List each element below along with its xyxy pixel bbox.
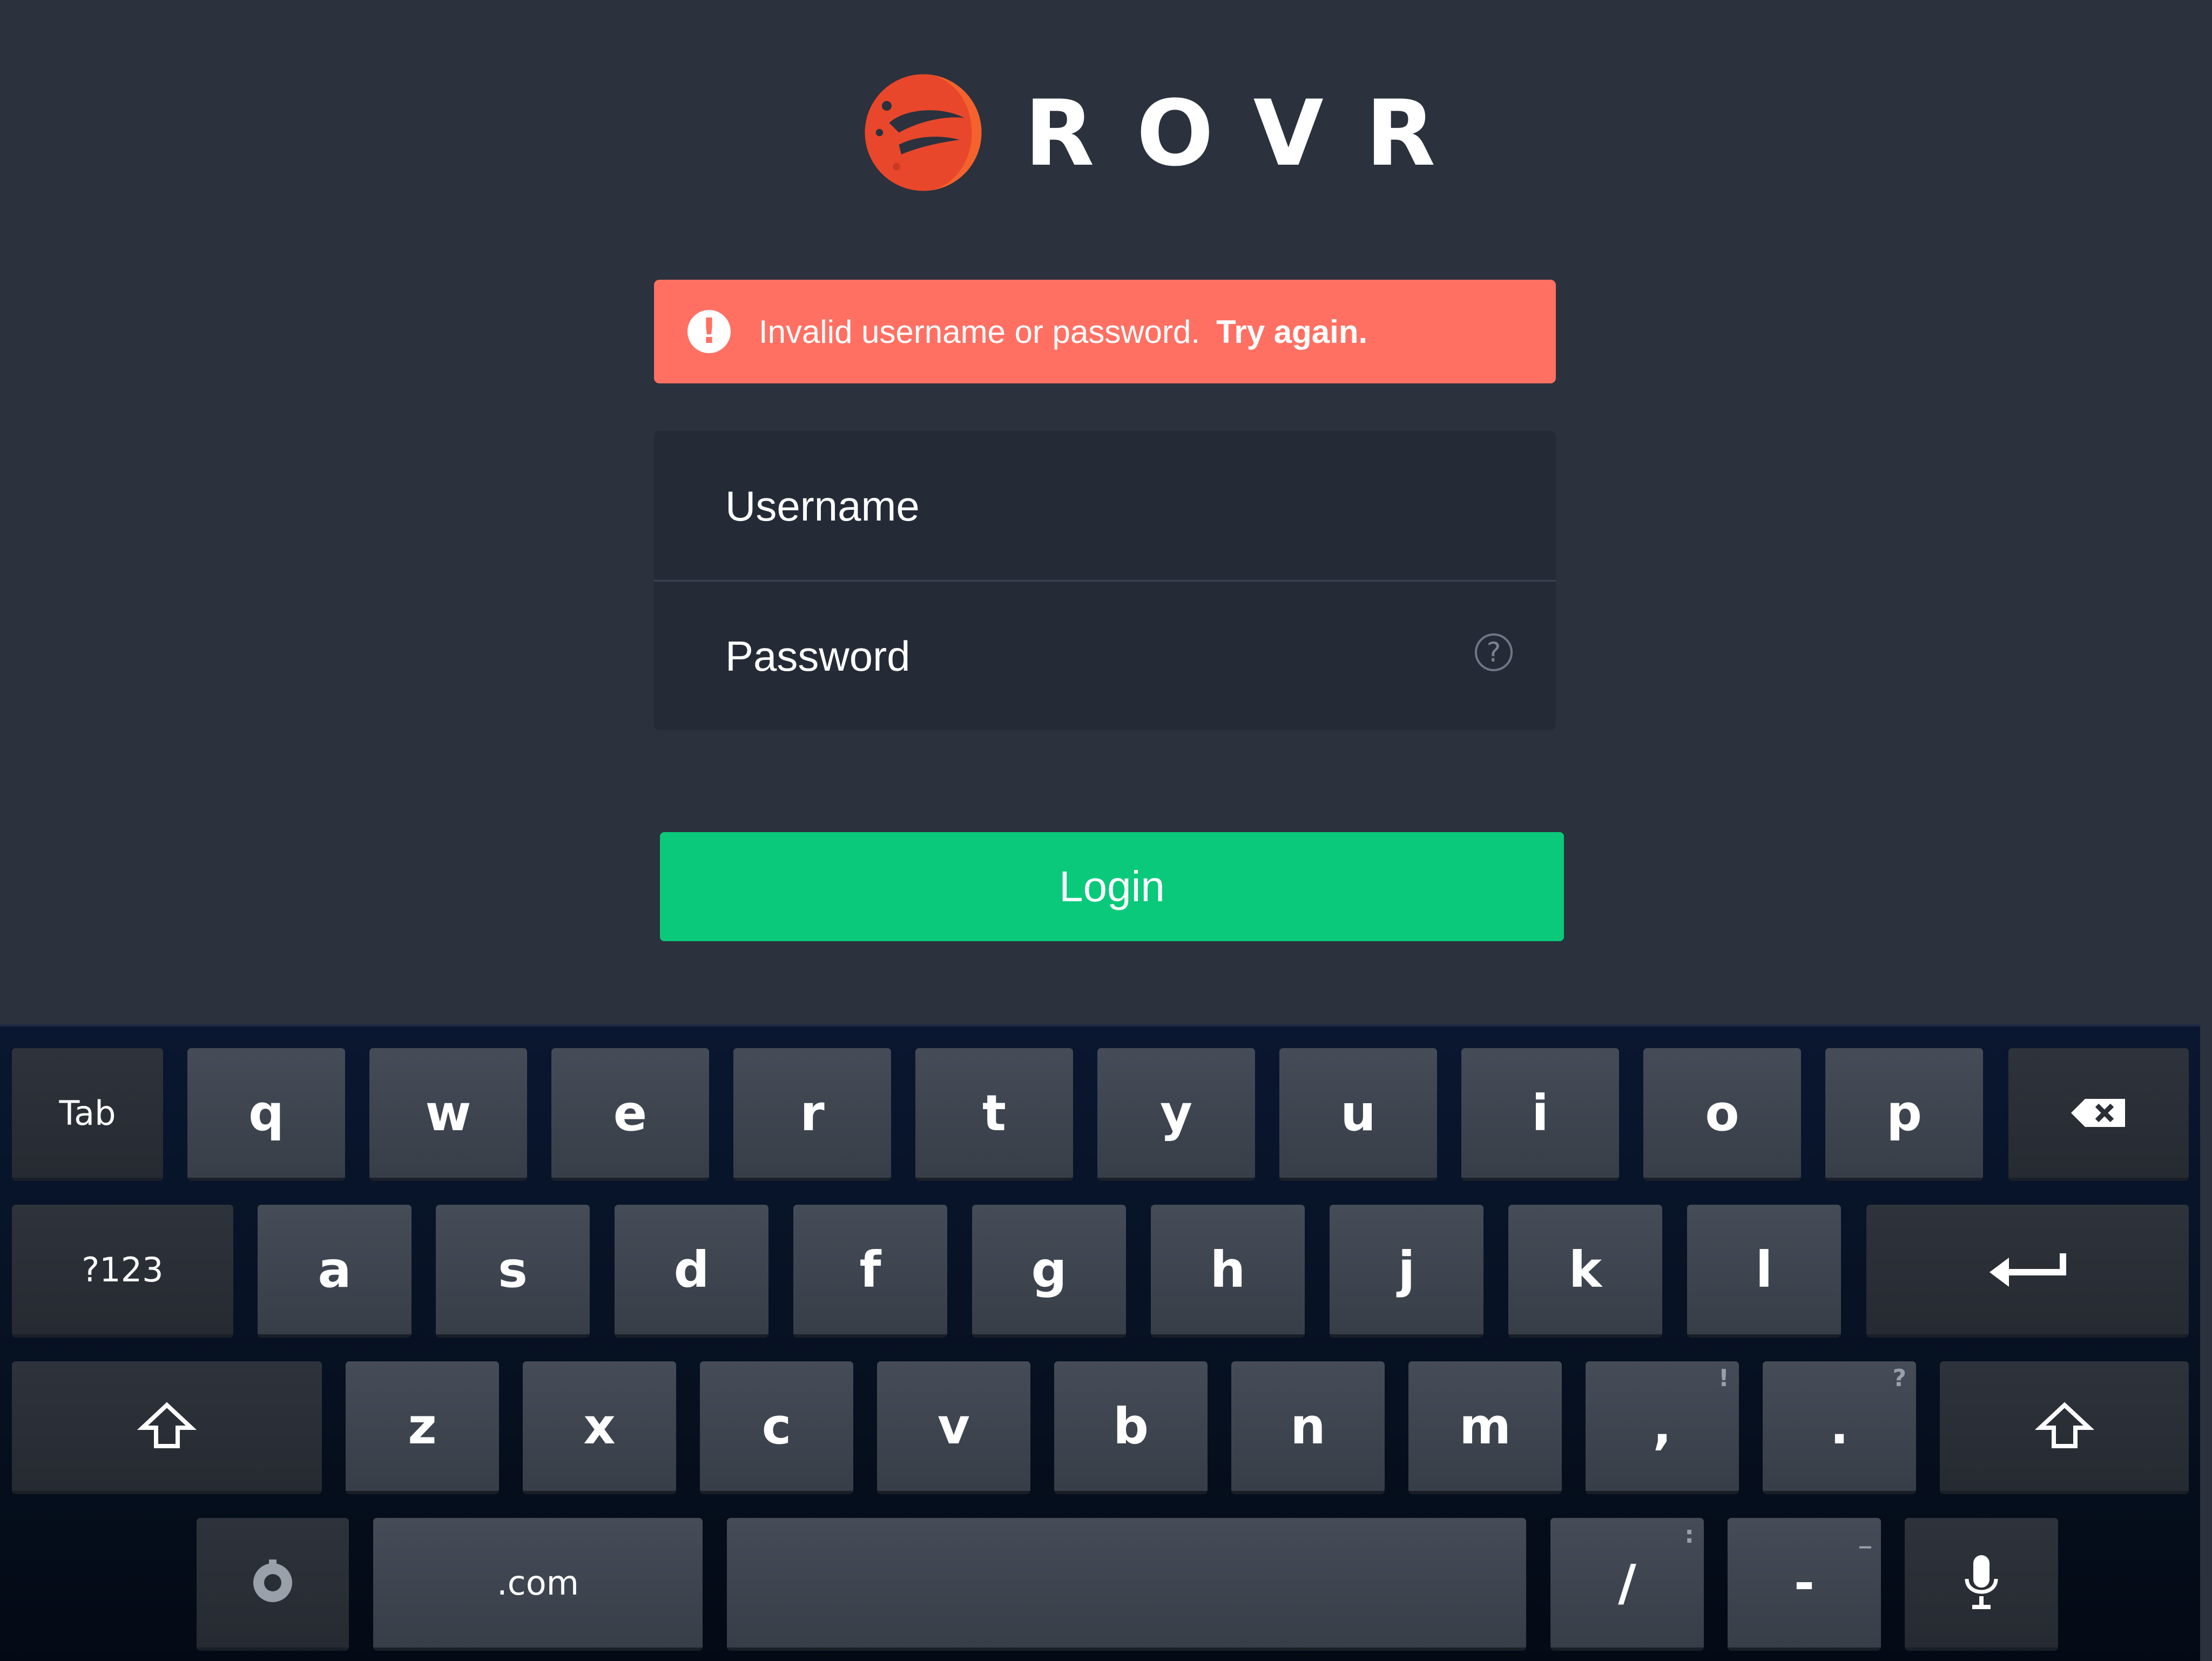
key-y[interactable]: y: [1097, 1048, 1255, 1181]
key-space[interactable]: [727, 1518, 1526, 1651]
key-tab[interactable]: Tab: [12, 1048, 163, 1181]
key-dotcom[interactable]: .com: [373, 1518, 703, 1651]
key-period-hint: ?: [1892, 1365, 1906, 1392]
key-v[interactable]: v: [877, 1361, 1030, 1494]
key-dash[interactable]: - _: [1728, 1518, 1881, 1651]
help-icon[interactable]: ?: [1475, 633, 1513, 671]
key-j[interactable]: j: [1330, 1205, 1483, 1338]
key-o[interactable]: o: [1643, 1048, 1801, 1181]
key-settings[interactable]: [197, 1518, 349, 1651]
password-field-container: ?: [654, 581, 1556, 730]
key-period[interactable]: . ?: [1763, 1361, 1916, 1494]
shift-icon: [2034, 1402, 2094, 1448]
key-k[interactable]: k: [1508, 1205, 1662, 1338]
logo: ROVR: [862, 72, 1435, 196]
key-comma[interactable]: , !: [1586, 1361, 1739, 1494]
key-m[interactable]: m: [1408, 1361, 1562, 1494]
error-message: Invalid username or password.: [759, 313, 1201, 350]
key-comma-hint: !: [1718, 1365, 1729, 1392]
key-p[interactable]: p: [1825, 1048, 1983, 1181]
key-f[interactable]: f: [793, 1205, 947, 1338]
key-microphone[interactable]: [1905, 1518, 2058, 1651]
key-shift-right[interactable]: [1940, 1361, 2189, 1494]
key-h[interactable]: h: [1151, 1205, 1305, 1338]
key-symbols[interactable]: ?123: [12, 1205, 233, 1338]
try-again-text: Try again.: [1216, 313, 1368, 350]
key-t[interactable]: t: [915, 1048, 1073, 1181]
key-period-label: .: [1830, 1397, 1849, 1455]
password-input[interactable]: [724, 581, 1428, 730]
settings-icon: [253, 1559, 292, 1602]
microphone-icon: [1965, 1555, 1998, 1609]
key-q[interactable]: q: [187, 1048, 345, 1181]
key-e[interactable]: e: [551, 1048, 709, 1181]
key-x[interactable]: x: [523, 1361, 676, 1494]
key-slash[interactable]: / :: [1550, 1518, 1704, 1651]
key-n[interactable]: n: [1231, 1361, 1385, 1494]
exclamation-icon: !: [687, 310, 731, 353]
shift-icon: [137, 1402, 197, 1448]
key-enter[interactable]: [1866, 1205, 2189, 1338]
username-input[interactable]: [724, 431, 1428, 581]
key-s[interactable]: s: [436, 1205, 590, 1338]
key-d[interactable]: d: [615, 1205, 768, 1338]
key-comma-label: ,: [1653, 1397, 1672, 1455]
key-u[interactable]: u: [1279, 1048, 1437, 1181]
username-field-container: [654, 431, 1556, 582]
key-shift-left[interactable]: [12, 1361, 322, 1494]
key-i[interactable]: i: [1461, 1048, 1619, 1181]
app-name: ROVR: [1024, 80, 1478, 186]
backspace-icon: [2071, 1099, 2125, 1127]
key-b[interactable]: b: [1054, 1361, 1208, 1494]
key-r[interactable]: r: [733, 1048, 891, 1181]
login-button[interactable]: Login: [660, 832, 1564, 941]
key-slash-label: /: [1618, 1554, 1636, 1612]
key-l[interactable]: l: [1687, 1205, 1841, 1338]
login-form: ?: [654, 431, 1556, 730]
key-z[interactable]: z: [346, 1361, 499, 1494]
error-banner: ! Invalid username or password. Try agai…: [654, 280, 1556, 383]
key-slash-hint: :: [1684, 1521, 1694, 1549]
key-c[interactable]: c: [700, 1361, 853, 1494]
key-g[interactable]: g: [972, 1205, 1126, 1338]
enter-icon: [1989, 1253, 2066, 1287]
key-w[interactable]: w: [369, 1048, 527, 1181]
planet-logo-icon: [865, 74, 982, 191]
key-dash-label: -: [1793, 1554, 1815, 1612]
key-a[interactable]: a: [258, 1205, 412, 1338]
on-screen-keyboard: Tab q w e r t y u i o p ?123 a s d f g h…: [0, 1024, 2200, 1661]
key-backspace[interactable]: [2008, 1048, 2189, 1181]
key-dash-hint: _: [1859, 1521, 1871, 1549]
